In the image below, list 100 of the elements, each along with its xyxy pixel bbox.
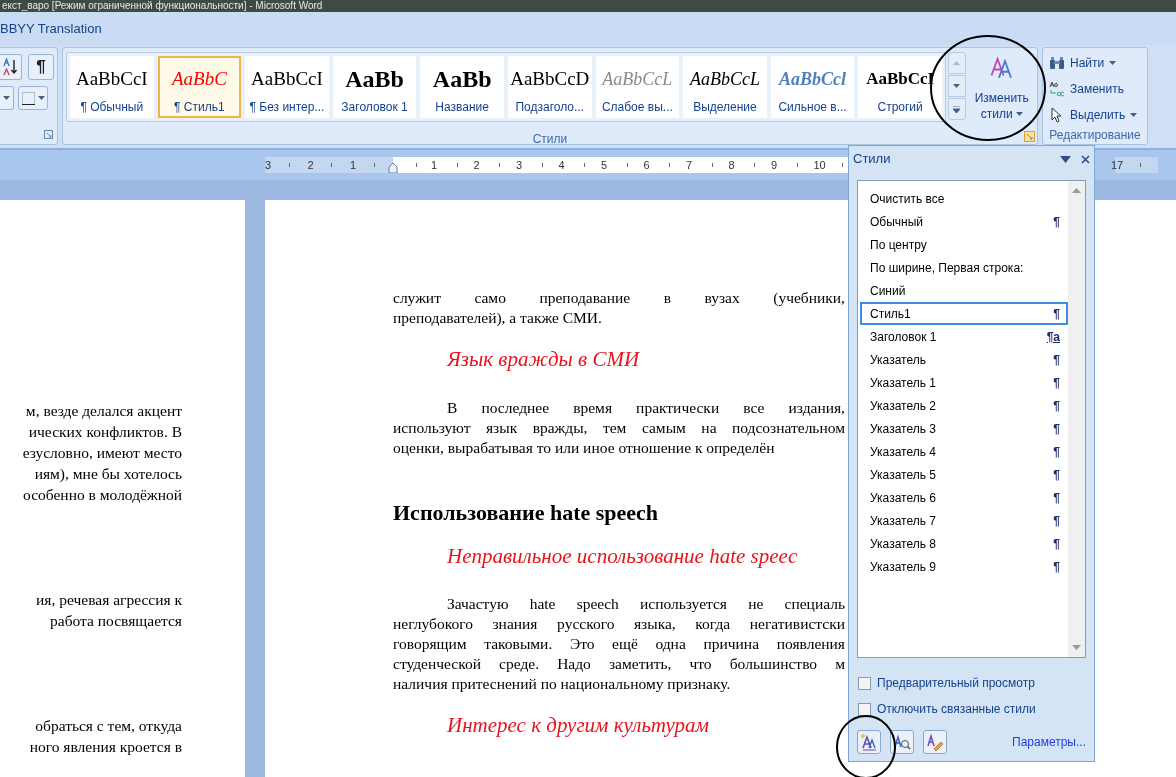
text-line: работа посвящается [50,611,182,631]
style-list-item[interactable]: Стиль1 ¶ [860,302,1068,325]
style-name: ¶ Стиль1 [174,99,225,116]
ruler-number: 9 [771,157,778,173]
text-line: ного явления кроется в [29,737,182,757]
style-name: Строгий [877,99,923,116]
checkbox[interactable] [858,702,871,716]
group-label: Стили [532,131,568,148]
close-icon[interactable] [1081,154,1090,164]
style-tile[interactable]: AaBbC ¶ Стиль1 [157,56,242,118]
caret-icon [37,96,45,100]
scroll-down-button[interactable] [948,75,966,97]
style-list-item[interactable]: Указатель 4 ¶ [860,440,1068,463]
style-preview: AaBbCcI [251,67,323,91]
options-link[interactable]: Параметры... [1012,733,1086,751]
text-line: преподавателей), а также СМИ. [393,308,603,328]
text-line: используют язык вражды, тем самым на подсознательном [393,417,845,438]
style-list-item[interactable]: Указатель 1 ¶ [860,371,1068,394]
sort-button[interactable] [0,54,22,80]
dropdown-arrow-button[interactable] [0,86,14,110]
style-list-item[interactable]: По ширине, Первая строка: [860,256,1068,279]
style-type-mark: ¶a [1046,328,1060,346]
ribbon-button[interactable]: Заменить [1049,78,1141,100]
style-type-mark: ¶ [1053,443,1060,461]
dialog-launcher-icon[interactable] [44,130,53,139]
style-tile[interactable]: AaBbCcL Слабое вы... [595,56,680,118]
style-list-item[interactable]: Указатель 3 ¶ [860,417,1068,440]
style-tile[interactable]: AaBbCcI ¶ Обычный [70,56,154,118]
style-type-mark: ¶ [1053,558,1060,576]
checkbox-label: Отключить связанные стили [877,701,1036,718]
style-list-item[interactable]: Указатель 8 ¶ [860,532,1068,555]
style-list-item[interactable]: По центру [860,233,1068,256]
style-list-item[interactable]: Указатель 6 ¶ [860,486,1068,509]
manage-styles-icon [926,733,944,751]
text-line: м, везде делался акцент [25,401,182,421]
style-tile[interactable]: AaBbCcl Сильное в... [770,56,855,118]
style-list-item[interactable]: Синий [860,279,1068,302]
style-tile[interactable]: AaBbCcL Выделение [683,56,767,118]
more-button[interactable] [948,98,966,120]
style-type-mark: ¶ [1053,351,1060,369]
style-type-mark: ¶ [1053,213,1060,231]
dropdown-icon[interactable] [1060,155,1071,163]
text-line: езусловно, имеют место [22,443,182,463]
pane-button[interactable] [890,730,914,754]
style-preview: AaBbCcL [689,68,760,91]
style-name: ¶ Без интер... [249,99,325,116]
ruler-number: 8 [728,157,735,173]
caret-icon [1130,113,1138,117]
borders-button[interactable] [18,86,48,110]
style-tile[interactable]: AaBbCcD Подзаголо... [507,56,592,118]
text-line: иям), мне бы хотелось [34,464,182,484]
style-preview: AaBbCcl [779,68,847,91]
subheading: Интерес к другим культурам [447,712,709,739]
ruler-number: 17 [1111,157,1124,173]
ribbon-button[interactable]: Найти [1049,52,1141,74]
dialog-launcher-icon[interactable] [1024,131,1035,142]
pilcrow-button[interactable]: ¶ [28,54,54,80]
caret-icon [1015,112,1023,116]
style-list-item[interactable]: Очистить все [860,187,1068,210]
style-preview: AaBb [345,65,404,94]
style-list-item[interactable]: Указатель ¶ [860,348,1068,371]
style-list-item[interactable]: Указатель 7 ¶ [860,509,1068,532]
style-type-mark: ¶ [1053,489,1060,507]
more-icon [953,105,961,113]
text-line: оценки, вырабатывая то или иное отношение к определён [393,437,776,458]
style-type-mark: ¶ [1053,420,1060,438]
subheading: Неправильное использование hate speec [447,542,798,570]
style-name: Название [435,99,489,116]
style-list-item[interactable]: Указатель 9 ¶ [860,555,1068,578]
style-name: Сильное в... [778,99,847,116]
inspect-style-icon [893,733,911,751]
caret-icon [1109,61,1117,65]
style-preview: AaBbC [171,67,227,91]
text-line: наличия притеснений по национальному признаку. [393,674,732,694]
text-line: особенно в молодёжной [23,485,182,505]
style-list-item[interactable]: Заголовок 1 ¶a [860,325,1068,348]
circle-annotation [835,714,897,777]
style-list-item[interactable]: Обычный ¶ [860,210,1068,233]
style-list-item[interactable]: Указатель 5 ¶ [860,463,1068,486]
style-preview: AaBbCcI [75,67,148,91]
style-name: Выделение [693,99,757,116]
style-type-mark: ¶ [1053,374,1060,392]
heading: Использование hate speech [393,498,659,527]
text-line: ия, речевая агрессия к [36,590,182,610]
text-line: служит само преподавание в вузах (учебники, [393,288,845,308]
ribbon-button[interactable]: Выделить [1049,104,1141,126]
style-name: ¶ Обычный [80,99,144,116]
text-line: Зачастую hate speech используется не специаль [446,594,845,614]
style-tile[interactable]: AaBb Заголовок 1 [332,56,417,118]
subheading: Язык вражды в СМИ [447,346,640,373]
ribbon-tab[interactable]: BBYY Translation [0,18,102,39]
ruler-number: 5 [601,157,608,173]
text-line: говорящим таковыми. Это ещё одна причина появления [393,634,845,654]
checkbox[interactable] [858,676,871,690]
style-list-item[interactable]: Указатель 2 ¶ [860,394,1068,417]
text-line: ических конфликтов. В [28,422,182,442]
text-line: В последнее время практически все издания, [446,397,845,418]
style-tile[interactable]: AaBbCcI ¶ Без интер... [245,56,329,118]
group-label: Редактирование [1049,127,1141,144]
style-tile[interactable]: AaBb Название [420,56,504,118]
